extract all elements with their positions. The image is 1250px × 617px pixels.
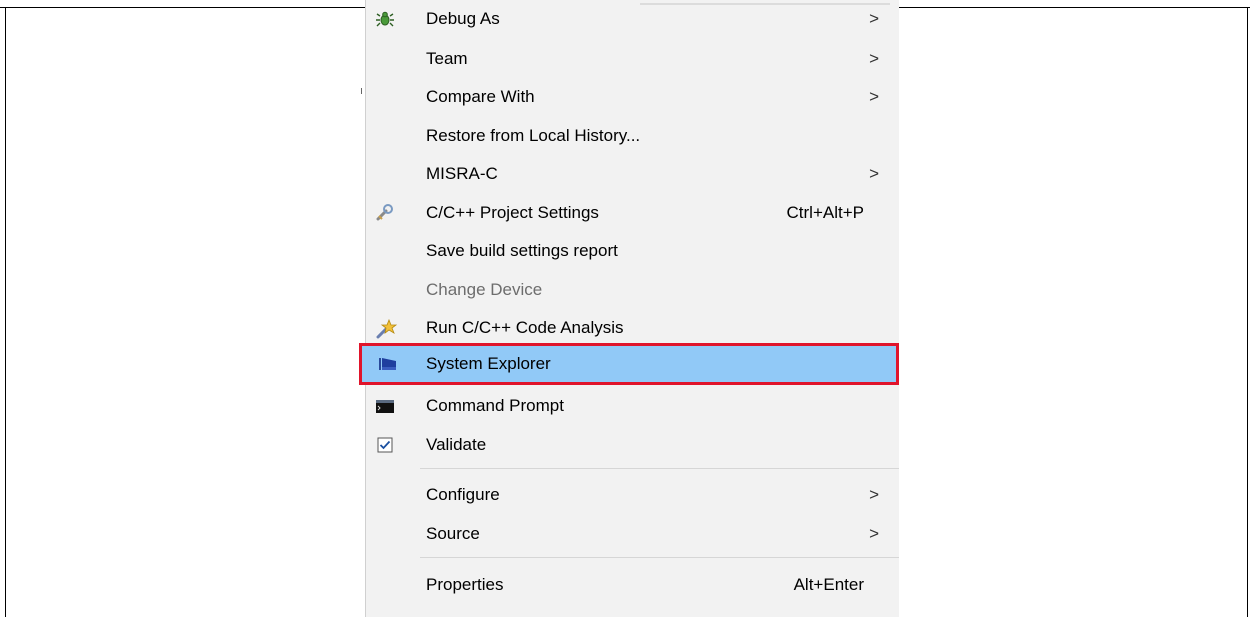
menu-item-label: Compare With [426,87,535,106]
frame-left-border [5,7,6,617]
menu-item-label: MISRA-C [426,164,498,183]
menu-item-label: System Explorer [426,354,551,373]
menu-item-run-code-analysis[interactable]: Run C/C++ Code Analysis [365,309,899,347]
submenu-arrow-icon: > [869,87,879,106]
wrench-icon [375,203,395,223]
submenu-arrow-icon: > [869,49,879,68]
stray-mark [361,88,362,94]
shortcut-label: Alt+Enter [793,575,864,594]
menu-item-label: C/C++ Project Settings [426,203,599,222]
system-explorer-icon [378,354,398,374]
menu-item-source[interactable]: Source > [365,515,899,553]
menu-item-label: Change Device [426,280,543,299]
menu-item-misra-c[interactable]: MISRA-C > [365,155,899,193]
menu-item-team[interactable]: Team > [365,40,899,78]
menu-separator [420,468,899,469]
menu-item-label: Restore from Local History... [426,126,641,145]
menu-item-properties[interactable]: Properties Alt+Enter [365,566,899,604]
menu-item-label: Command Prompt [426,396,564,415]
menu-item-label: Team [426,49,468,68]
menu-item-restore-local-history[interactable]: Restore from Local History... [365,117,899,155]
code-analysis-icon [375,318,398,339]
menu-item-label: Configure [426,485,500,504]
submenu-arrow-icon: > [869,9,879,28]
menu-item-compare-with[interactable]: Compare With > [365,78,899,116]
menu-item-configure[interactable]: Configure > [365,476,899,514]
terminal-icon [375,396,395,416]
menu-item-change-device: Change Device [365,271,899,309]
menu-item-project-settings[interactable]: C/C++ Project Settings Ctrl+Alt+P [365,194,899,232]
menu-item-label: Save build settings report [426,241,618,260]
menu-item-label: Source [426,524,480,543]
menu-item-validate[interactable]: Validate [365,426,899,464]
menu-item-system-explorer[interactable]: System Explorer [359,343,899,385]
menu-item-label: Run C/C++ Code Analysis [426,318,624,337]
menu-item-label: Validate [426,435,487,454]
submenu-arrow-icon: > [869,485,879,504]
menu-item-command-prompt[interactable]: Command Prompt [365,387,899,425]
shortcut-label: Ctrl+Alt+P [786,203,864,222]
submenu-arrow-icon: > [869,164,879,183]
menu-item-label: Debug As [426,9,500,28]
menu-separator [420,557,899,558]
bug-icon [375,9,395,29]
menu-item-save-build-settings-report[interactable]: Save build settings report [365,232,899,270]
frame-right-border [1247,7,1248,617]
menu-item-label: Properties [426,575,504,594]
submenu-arrow-icon: > [869,524,879,543]
menu-item-debug-as[interactable]: Debug As > [365,0,899,38]
checkbox-icon [375,435,395,455]
